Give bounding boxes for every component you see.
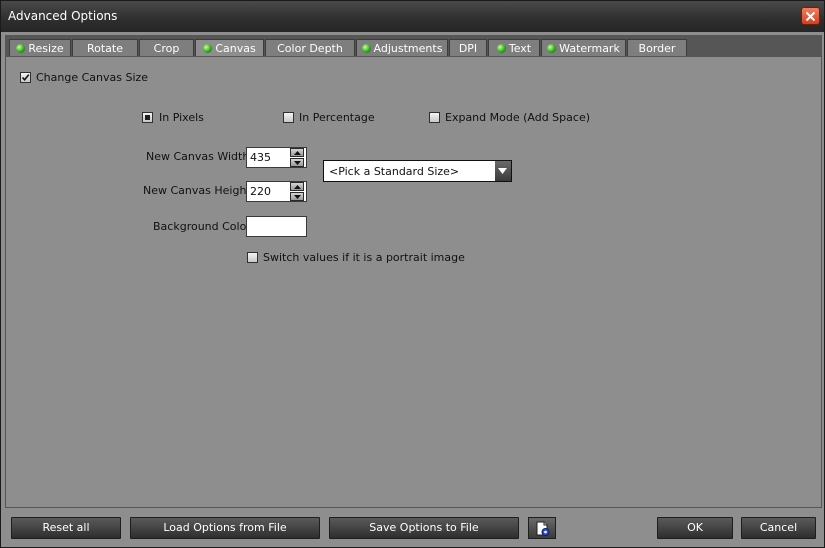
width-spinner[interactable] — [290, 148, 304, 167]
status-led-icon — [361, 44, 371, 53]
arrow-down-icon — [294, 195, 301, 199]
tab-crop[interactable]: Crop — [139, 39, 194, 56]
arrow-down-icon — [294, 161, 301, 165]
chevron-down-icon — [498, 168, 507, 174]
status-led-icon — [16, 44, 26, 53]
tab-adjustments[interactable]: Adjustments — [356, 39, 448, 56]
height-spinner[interactable] — [290, 182, 304, 201]
height-spin-down-button[interactable] — [290, 192, 304, 201]
reset-all-button[interactable]: Reset all — [11, 517, 121, 539]
tab-label: Canvas — [215, 42, 256, 55]
save-options-button[interactable]: Save Options to File — [329, 517, 519, 539]
tab-label: Color Depth — [277, 42, 343, 55]
status-led-icon — [547, 44, 557, 53]
ok-button[interactable]: OK — [657, 517, 733, 539]
height-spin-up-button[interactable] — [290, 182, 304, 191]
background-color-label: Background Color: — [153, 220, 255, 233]
status-led-icon — [496, 44, 506, 53]
in-pixels-radio[interactable] — [142, 112, 153, 123]
tab-label: Crop — [153, 42, 180, 55]
tab-rotate[interactable]: Rotate — [72, 39, 138, 56]
tab-label: Rotate — [86, 42, 123, 55]
expand-mode-radio[interactable] — [429, 112, 440, 123]
switch-portrait-label: Switch values if it is a portrait image — [263, 251, 465, 264]
close-icon — [805, 11, 816, 22]
options-file-button[interactable] — [528, 517, 556, 539]
change-canvas-size-checkbox[interactable] — [20, 72, 31, 83]
dropdown-arrow-button[interactable] — [495, 161, 511, 181]
tab-border[interactable]: Border — [627, 39, 687, 56]
background-color-swatch[interactable] — [246, 216, 307, 237]
selected-dot-icon — [145, 115, 150, 120]
in-percentage-label: In Percentage — [299, 111, 375, 124]
tab-label: DPI — [458, 42, 478, 55]
close-button[interactable] — [801, 7, 820, 25]
document-gear-icon — [536, 521, 550, 536]
tab-watermark[interactable]: Watermark — [541, 39, 626, 56]
width-spin-down-button[interactable] — [290, 158, 304, 167]
load-options-button[interactable]: Load Options from File — [130, 517, 320, 539]
tab-resize[interactable]: Resize — [9, 39, 71, 56]
new-canvas-width-label: New Canvas Width: — [146, 150, 254, 163]
in-percentage-radio[interactable] — [283, 112, 294, 123]
tab-color-depth[interactable]: Color Depth — [265, 39, 355, 56]
tab-label: Watermark — [559, 42, 620, 55]
tab-canvas[interactable]: Canvas — [195, 39, 264, 56]
change-canvas-size-label: Change Canvas Size — [36, 71, 149, 84]
tab-text[interactable]: Text — [488, 39, 540, 56]
in-pixels-label: In Pixels — [159, 111, 204, 124]
status-led-icon — [203, 44, 213, 53]
tab-dpi[interactable]: DPI — [449, 39, 487, 56]
arrow-up-icon — [294, 151, 301, 155]
tab-label: Text — [508, 42, 532, 55]
tab-label: Border — [638, 42, 676, 55]
standard-size-dropdown[interactable]: <Pick a Standard Size> — [323, 160, 512, 182]
advanced-options-window: Advanced Options Resize Rotate Crop Canv… — [0, 0, 825, 548]
checkmark-icon — [21, 74, 30, 82]
cancel-button[interactable]: Cancel — [741, 517, 816, 539]
title-bar[interactable]: Advanced Options — [1, 1, 824, 32]
canvas-options-panel — [5, 56, 822, 508]
switch-portrait-checkbox[interactable] — [247, 252, 258, 263]
expand-mode-label: Expand Mode (Add Space) — [445, 111, 590, 124]
arrow-up-icon — [294, 185, 301, 189]
width-spin-up-button[interactable] — [290, 148, 304, 157]
tab-label: Resize — [28, 42, 64, 55]
standard-size-value: <Pick a Standard Size> — [329, 165, 460, 178]
window-title: Advanced Options — [8, 9, 118, 23]
new-canvas-height-label: New Canvas Height: — [143, 184, 255, 197]
tab-label: Adjustments — [373, 42, 443, 55]
